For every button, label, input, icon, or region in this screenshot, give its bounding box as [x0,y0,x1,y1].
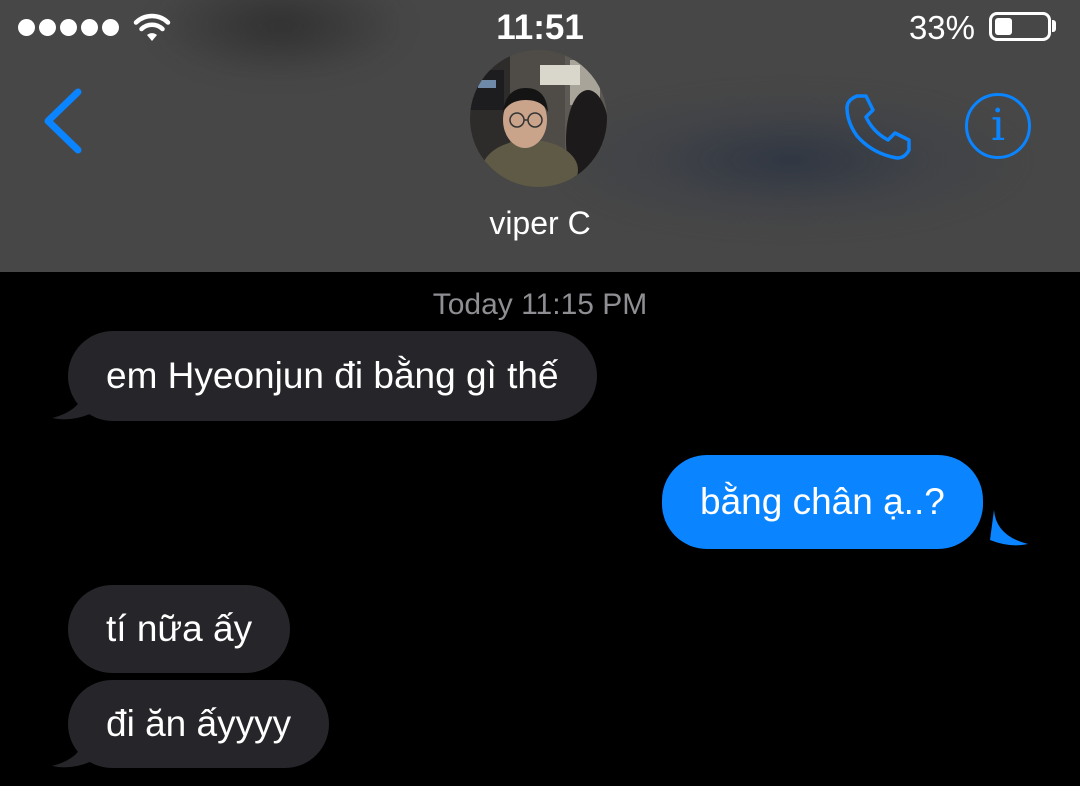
contact-avatar[interactable] [470,50,607,187]
conversation-timestamp: Today 11:15 PM [432,288,648,321]
conversation-header: 11:51 33% viper C i [0,0,1080,272]
message-bubble-incoming[interactable]: tí nữa ấy [68,585,291,673]
battery-level [995,18,1012,35]
contact-name[interactable]: viper C [0,205,1080,242]
phone-icon[interactable] [843,92,917,162]
battery-percent: 33% [908,9,975,46]
chevron-left-icon[interactable] [40,88,84,154]
message-bubble-incoming[interactable]: đi ăn ấyyyy [68,680,330,768]
battery-icon [989,12,1051,41]
message-bubble-outgoing[interactable]: bằng chân ạ..? [662,455,983,549]
messages-screen: 11:51 33% viper C i Today 11:15 PM em Hy… [0,0,1080,786]
info-icon[interactable]: i [965,93,1031,159]
battery-nub [1052,20,1056,32]
message-bubble-incoming[interactable]: em Hyeonjun đi bằng gì thế [68,331,597,421]
outgoing-bubble-tail [990,510,1028,546]
avatar-photo [470,50,607,187]
